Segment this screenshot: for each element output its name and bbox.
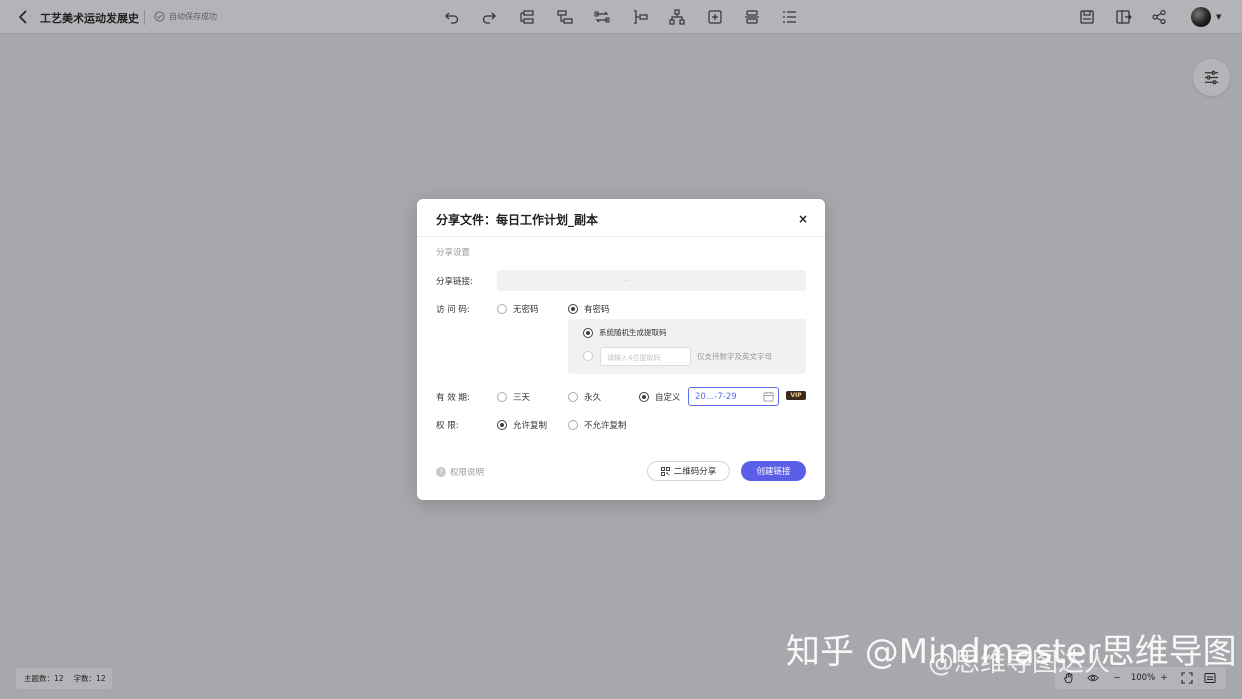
summary-icon[interactable]: [631, 8, 649, 26]
radio-circle-selected: [639, 392, 649, 402]
validity-label: 有 效 期:: [436, 393, 470, 403]
permission-help-link[interactable]: ? 权限说明: [436, 466, 484, 478]
radio-custom-code[interactable]: [583, 351, 593, 361]
password-options-panel: 系统随机生成提取码 请输入4位提取码 仅支持数字及英文字母: [568, 319, 806, 374]
dialog-header: 分享文件：每日工作计划_副本 ×: [417, 199, 825, 237]
zoom-level[interactable]: 100%: [1127, 671, 1159, 685]
code-hint: 仅支持数字及英文字母: [697, 352, 772, 361]
radio-label: 无密码: [513, 305, 539, 315]
radio-circle: [568, 392, 578, 402]
document-title[interactable]: 工艺美术运动发展史: [40, 10, 139, 26]
calendar-icon: [763, 391, 774, 402]
dialog-title: 分享文件：每日工作计划_副本: [436, 213, 599, 227]
radio-circle-selected: [583, 327, 593, 338]
date-picker[interactable]: 20…-7-29: [688, 387, 779, 406]
radio-label: 系统随机生成提取码: [599, 328, 667, 337]
radio-circle: [497, 304, 507, 314]
user-avatar[interactable]: [1191, 7, 1211, 27]
radio-circle-selected: [568, 304, 578, 314]
date-value: 20…-7-29: [695, 392, 737, 402]
insert-child-topic-icon[interactable]: [518, 8, 536, 26]
share-dialog: 分享文件：每日工作计划_副本 × 分享设置 分享链接: ... 访 问 码: 无…: [417, 199, 825, 500]
close-icon[interactable]: ×: [798, 212, 808, 226]
share-icon[interactable]: [1150, 8, 1168, 26]
insert-sibling-topic-icon[interactable]: [556, 8, 574, 26]
radio-allow-copy[interactable]: 允许复制: [497, 419, 547, 431]
radio-circle: [497, 392, 507, 402]
permission-note-text: 权限说明: [450, 468, 485, 478]
permission-label: 权 限:: [436, 421, 459, 431]
radio-with-password[interactable]: 有密码: [568, 303, 610, 315]
access-code-label: 访 问 码:: [436, 305, 470, 315]
create-link-button[interactable]: 创建链接: [741, 461, 806, 481]
save-icon[interactable]: [1078, 8, 1096, 26]
fullscreen-icon[interactable]: [1180, 671, 1194, 685]
zoom-in-button[interactable]: +: [1158, 671, 1170, 685]
save-status: 自动保存成功: [154, 11, 217, 22]
list-icon[interactable]: [781, 8, 799, 26]
radio-no-password[interactable]: 无密码: [497, 303, 539, 315]
radio-random-code[interactable]: 系统随机生成提取码: [583, 327, 667, 338]
divider: [144, 10, 145, 25]
radio-label: 允许复制: [513, 421, 548, 431]
qr-share-button[interactable]: 二维码分享: [647, 461, 730, 481]
export-icon[interactable]: [1115, 8, 1133, 26]
radio-three-days[interactable]: 三天: [497, 391, 530, 403]
chevron-down-icon[interactable]: ▼: [1216, 13, 1221, 21]
radio-disallow-copy[interactable]: 不允许复制: [568, 419, 627, 431]
radio-circle-selected: [497, 420, 507, 430]
top-toolbar: 工艺美术运动发展史 自动保存成功 ▼: [0, 0, 1242, 34]
back-arrow-icon[interactable]: [17, 9, 31, 25]
share-link-value: ...: [623, 276, 629, 283]
sliders-icon: [1204, 70, 1219, 85]
check-circle-icon: [154, 11, 165, 22]
radio-label: 永久: [584, 393, 602, 403]
question-icon: ?: [436, 467, 446, 477]
radio-label: 三天: [513, 393, 531, 403]
radio-circle: [568, 420, 578, 430]
custom-code-input[interactable]: 请输入4位提取码: [600, 347, 691, 366]
radio-label: 不允许复制: [584, 421, 627, 431]
save-status-text: 自动保存成功: [169, 12, 217, 21]
redo-icon[interactable]: [480, 8, 498, 26]
style-settings-button[interactable]: [1193, 59, 1230, 96]
share-link-field[interactable]: ...: [497, 270, 806, 291]
watermark-text-secondary: @思维导图达人: [928, 648, 1111, 678]
relationship-icon[interactable]: [593, 8, 611, 26]
topic-count: 主题数：12: [24, 674, 64, 683]
share-link-label: 分享链接:: [436, 277, 473, 287]
qr-code-icon: [660, 466, 670, 476]
qr-button-label: 二维码分享: [673, 467, 717, 477]
radio-label: 自定义: [655, 393, 681, 403]
structure-icon[interactable]: [668, 8, 686, 26]
document-stats: 主题数：12 字数：12: [16, 668, 112, 689]
section-label: 分享设置: [436, 248, 471, 258]
zoom-out-button[interactable]: −: [1111, 671, 1123, 685]
insert-icon[interactable]: [706, 8, 724, 26]
undo-icon[interactable]: [443, 8, 461, 26]
radio-label: 有密码: [584, 305, 610, 315]
radio-circle: [583, 351, 593, 361]
word-count: 字数：12: [73, 674, 106, 683]
radio-custom-date[interactable]: 自定义: [639, 391, 681, 403]
outline-icon[interactable]: [743, 8, 761, 26]
minimap-icon[interactable]: [1203, 671, 1217, 685]
vip-badge: VIP: [786, 391, 806, 400]
radio-permanent[interactable]: 永久: [568, 391, 601, 403]
